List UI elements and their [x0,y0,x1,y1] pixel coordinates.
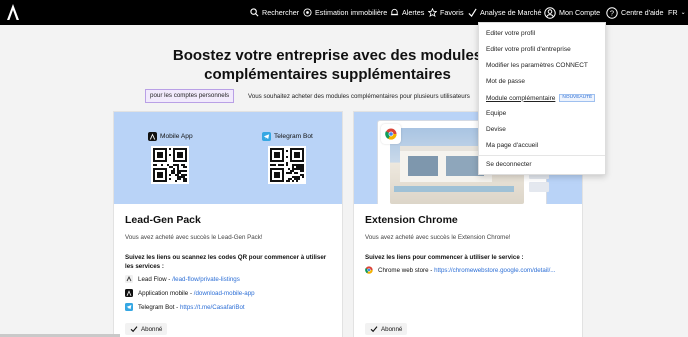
nav-item-label: Favoris [440,8,464,17]
nav-item-search[interactable]: Rechercher [250,0,299,25]
service-link-chrome-store: Chrome web store - https://chromewebstor… [365,266,555,274]
telegram-bot-label: Telegram Bot [262,132,313,141]
menu-item-logout[interactable]: Se deconnecter [486,161,532,168]
card-subtitle: Vous avez acheté avec succès le Lead-Gen… [125,234,263,241]
menu-item-label: Module complémentaire [486,94,556,102]
chart-check-icon [468,8,477,17]
multi-user-text: Vous souhaitez acheter des modules compl… [248,93,470,100]
menu-item-currency[interactable]: Devise [486,126,506,133]
check-icon [370,326,378,333]
card-instructions: Suivez les liens pour commencer à utilis… [365,254,524,261]
link-name: Telegram Bot [138,303,175,311]
help-circle-icon: ? [606,6,618,19]
menu-item-edit-profile[interactable]: Editer votre profil [486,30,535,37]
account-dropdown-menu: Editer votre profil Editer votre profil … [478,22,606,175]
mobile-app-qr-code[interactable] [151,146,190,184]
menu-item-label: Mot de passe [486,78,526,85]
mobile-app-link[interactable]: /download-mobile-app [194,290,255,297]
telegram-bot-block: Telegram Bot [262,132,313,184]
check-icon [130,326,138,333]
subscribed-status-badge: Abonné [125,323,168,335]
casafari-app-icon [125,289,133,297]
nav-item-label: Rechercher [262,8,300,17]
link-name: Application mobile [138,289,189,297]
lead-gen-pack-card: Mobile App Telegram Bot Lead-Gen Pack Vo… [113,111,343,337]
nav-item-estimation[interactable]: Estimation immobilière [303,0,387,25]
new-badge: NOUVEAUTÉ [559,94,596,102]
menu-item-home-page[interactable]: Ma page d'accueil [486,142,538,149]
telegram-link[interactable]: https://t.me/CasafariBot [180,304,245,311]
nav-item-label: Centre d'aide [621,8,664,17]
menu-item-connect-settings[interactable]: Modifier les paramètres CONNECT [486,62,588,69]
card-hero: Mobile App Telegram Bot [114,112,342,204]
status-label: Abonné [141,325,163,333]
app-label-text: Mobile App [160,133,193,140]
telegram-icon [262,132,271,141]
bell-icon [390,8,399,17]
star-icon [428,8,437,17]
search-icon [250,8,259,17]
card-subtitle: Vous avez acheté avec succès le Extensio… [365,234,511,241]
casafari-app-icon [148,132,157,141]
nav-item-alerts[interactable]: Alertes [390,0,424,25]
link-name: Lead Flow [138,275,167,283]
svg-text:?: ? [610,8,614,17]
mobile-app-label: Mobile App [148,132,193,141]
nav-item-label: Mon Compte [559,8,601,17]
menu-item-label: Ma page d'accueil [486,142,539,149]
menu-item-label: Equipe [486,110,507,117]
menu-item-password[interactable]: Mot de passe [486,78,525,85]
service-link-mobile-app: Application mobile - /download-mobile-ap… [125,289,255,297]
menu-item-label: Editer votre profil d'entreprise [486,46,571,53]
chrome-badge [381,124,401,144]
service-link-telegram: Telegram Bot - https://t.me/CasafariBot [125,303,245,311]
casafari-logo-icon[interactable] [7,4,19,20]
nav-item-label: Alertes [402,8,425,17]
page-title: Boostez votre entreprise avec des module… [172,47,483,83]
app-label-text: Telegram Bot [274,133,313,140]
lead-flow-link[interactable]: /lead-flow/private-listings [172,276,240,283]
estimation-icon [303,8,312,17]
status-label: Abonné [381,325,403,333]
nav-item-favorites[interactable]: Favoris [428,0,464,25]
menu-item-label: Editer votre profil [486,30,536,37]
telegram-icon [125,303,133,311]
menu-item-add-on-module[interactable]: Module complémentaire NOUVEAUTÉ [486,94,596,102]
card-title: Lead-Gen Pack [125,214,201,226]
lead-flow-icon [125,275,133,283]
service-link-lead-flow: Lead Flow - /lead-flow/private-listings [125,275,240,283]
personal-accounts-toggle[interactable]: pour les comptes personnels [145,89,235,103]
chrome-icon [385,128,397,140]
card-title: Extension Chrome [365,214,458,226]
menu-item-label: Devise [486,126,506,133]
menu-item-team[interactable]: Equipe [486,110,506,117]
chrome-icon [365,266,373,274]
card-instructions: Suivez les liens ou scannez les codes QR… [125,254,327,270]
subscribed-status-badge: Abonné [365,323,408,335]
menu-divider [479,155,605,156]
chrome-web-store-link[interactable]: https://chromewebstore.google.com/detail… [434,267,555,274]
menu-item-edit-company-profile[interactable]: Editer votre profil d'entreprise [486,46,571,53]
language-selector[interactable]: FR ⌄ [668,0,686,25]
user-circle-icon [544,6,556,19]
nav-item-help-center[interactable]: ? Centre d'aide [606,0,664,25]
language-label: FR [668,8,678,17]
link-name: Chrome web store [378,266,429,274]
menu-item-label: Modifier les paramètres CONNECT [486,62,588,69]
mobile-app-block: Mobile App [148,132,193,184]
menu-item-label: Se deconnecter [486,161,532,168]
nav-item-label: Analyse de Marché [480,8,542,17]
chevron-down-icon: ⌄ [680,10,686,16]
telegram-bot-qr-code[interactable] [268,146,307,184]
nav-item-label: Estimation immobilière [315,8,388,17]
